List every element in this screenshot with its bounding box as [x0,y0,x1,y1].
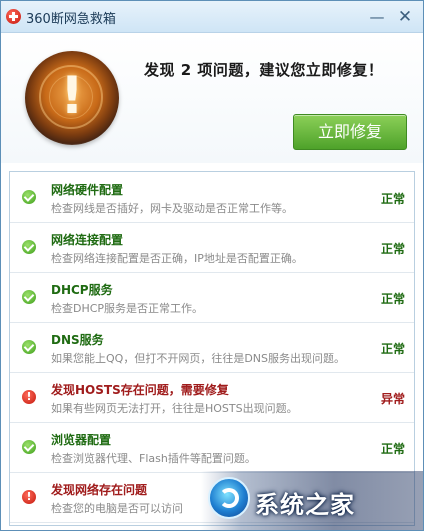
status-error-icon [22,489,36,505]
watermark-logo-icon [208,477,250,519]
check-item-network-connection: 网络连接配置 检查网络连接配置是否正确，IP地址是否配置正确。 正常 [10,222,414,273]
warning-emblem-icon: ! [25,51,119,145]
exclamation-icon: ! [60,66,84,126]
check-item-desc: 检查网线是否插好，网卡及驱动是否正常工作等。 [51,202,293,215]
status-error-icon [22,389,36,405]
repair-now-button[interactable]: 立即修复 [293,114,407,150]
check-item-title: DHCP服务 [51,283,113,297]
check-item-status: 正常 [381,342,406,356]
status-ok-icon [22,290,36,304]
check-item-title: 发现HOSTS存在问题，需要修复 [51,383,229,397]
check-item-desc: 检查网络连接配置是否正确，IP地址是否配置正确。 [51,252,303,265]
check-item-status: 异常 [381,392,406,406]
check-item-dhcp: DHCP服务 检查DHCP服务是否正常工作。 正常 [10,272,414,323]
check-item-title: 发现网络存在问题 [51,483,148,497]
check-item-network-hardware: 网络硬件配置 检查网线是否插好，网卡及驱动是否正常工作等。 正常 [10,172,414,223]
check-item-desc: 如果有些网页无法打开，往往是HOSTS出现问题。 [51,402,298,415]
check-item-status: 正常 [381,242,406,256]
check-item-status: 正常 [381,192,406,206]
watermark-text: 系统之家 [255,491,355,519]
check-item-title: 浏览器配置 [51,433,112,447]
check-item-dns: DNS服务 如果您能上QQ，但打不开网页，往往是DNS服务出现问题。 正常 [10,322,414,373]
check-item-desc: 检查DHCP服务是否正常工作。 [51,302,204,315]
status-ok-icon [22,240,36,254]
check-item-status: 正常 [381,442,406,456]
check-item-hosts: 发现HOSTS存在问题，需要修复 如果有些网页无法打开，往往是HOSTS出现问题… [10,372,414,423]
result-header: ! 发现 2 项问题，建议您立即修复！ 立即修复 [1,33,423,163]
first-aid-cross-icon [6,9,21,24]
title-bar: 360断网急救箱 — ✕ [1,1,423,33]
check-item-desc: 如果您能上QQ，但打不开网页，往往是DNS服务出现问题。 [51,352,345,365]
check-item-browser: 浏览器配置 检查浏览器代理、Flash插件等配置问题。 正常 [10,422,414,473]
status-ok-icon [22,340,36,354]
status-ok-icon [22,440,36,454]
window-title: 360断网急救箱 [26,12,116,27]
check-item-title: DNS服务 [51,333,104,347]
result-headline: 发现 2 项问题，建议您立即修复！ [144,61,384,79]
check-item-desc: 检查浏览器代理、Flash插件等配置问题。 [51,452,256,465]
app-window: 360断网急救箱 — ✕ ! 发现 2 项问题，建议您立即修复！ 立即修复 网络… [0,0,424,531]
status-ok-icon [22,190,36,204]
minimize-button[interactable]: — [366,7,388,27]
check-item-title: 网络硬件配置 [51,183,124,197]
check-item-title: 网络连接配置 [51,233,124,247]
check-item-status: 正常 [381,292,406,306]
close-button[interactable]: ✕ [394,7,416,27]
check-item-desc: 检查您的电脑是否可以访问 [51,502,183,515]
